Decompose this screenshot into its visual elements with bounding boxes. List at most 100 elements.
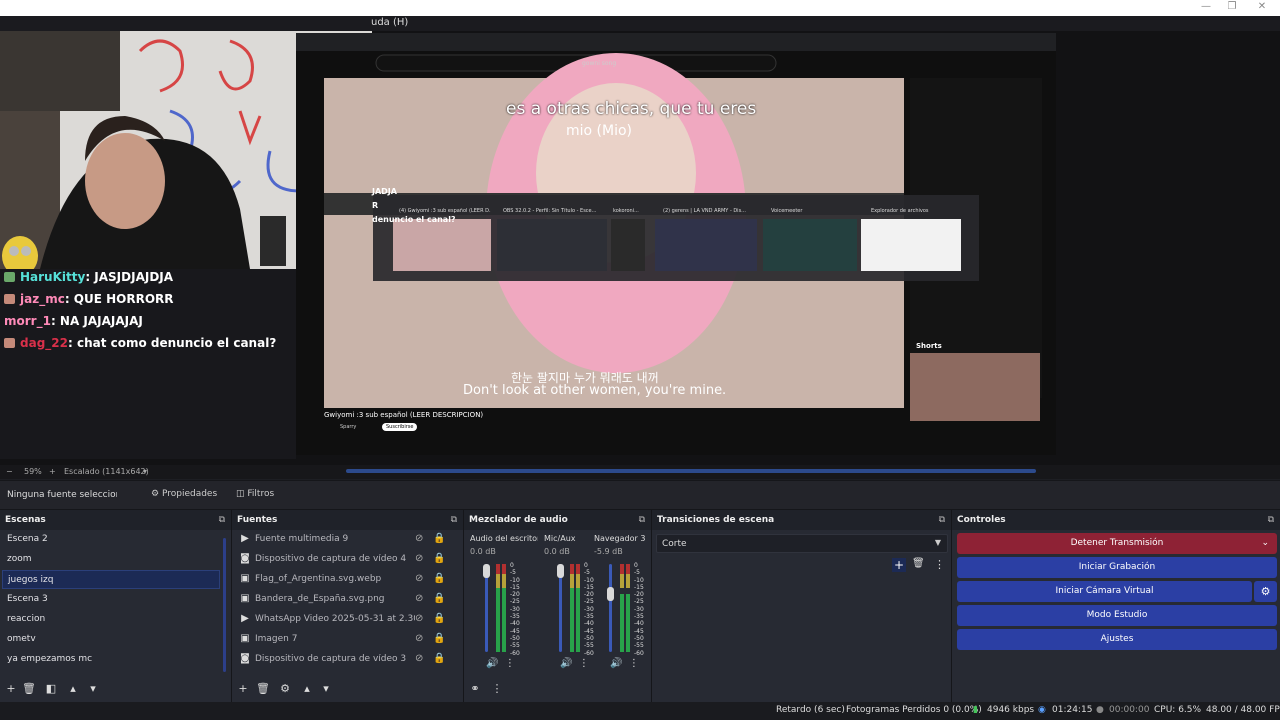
visibility-hidden-icon[interactable]: ⊘ (415, 593, 423, 604)
task-preview-title[interactable]: OBS 32.0.2 - Perfil: Sin Título - Esce..… (503, 208, 599, 216)
scene-item[interactable]: ya empezamos mc (2, 650, 218, 669)
volume-slider-track[interactable] (609, 564, 612, 652)
scale-dropdown-icon[interactable]: ▾ (143, 467, 147, 476)
lock-icon[interactable]: 🔒 (433, 633, 445, 644)
dock-menu-icon[interactable]: ⧉ (939, 515, 945, 525)
meter-scale-tick: 0 (510, 562, 514, 569)
scene-filters-icon[interactable]: ◧ (44, 682, 58, 696)
dock-menu-icon[interactable]: ⧉ (639, 515, 645, 525)
scene-item[interactable]: reaccion (2, 610, 218, 629)
scene-item[interactable]: Escena 2 (2, 530, 218, 549)
properties-button[interactable]: ⚙ Propiedades (151, 489, 217, 499)
lock-icon[interactable]: 🔒 (433, 613, 445, 624)
maximize-icon[interactable]: ❐ (1222, 1, 1242, 12)
play-icon: ▶ (241, 613, 249, 624)
task-preview-title[interactable]: Explorador de archivos (871, 208, 971, 216)
visibility-hidden-icon[interactable]: ⊘ (415, 613, 423, 624)
minimize-icon[interactable]: — (1196, 1, 1216, 12)
lock-icon[interactable]: 🔒 (433, 593, 445, 604)
channel-menu-icon[interactable]: ⋮ (505, 658, 515, 669)
stop-stream-button[interactable]: Detener Transmisión ⌄ (957, 533, 1277, 554)
task-preview-title[interactable]: (2) gerens | LA VND ARMY - Dis... (663, 208, 759, 216)
filters-button[interactable]: ◫ Filtros (236, 489, 274, 499)
youtube-search-input[interactable]: gowni song (582, 60, 616, 67)
source-item[interactable]: ▣ Flag_of_Argentina.svg.webp ⊘ 🔒 (235, 570, 455, 589)
source-item[interactable]: ▶ Fuente multimedia 9 ⊘ 🔒 (235, 530, 455, 549)
dock-header: Escenas ⧉ (0, 510, 231, 530)
speaker-icon[interactable]: 🔊 (560, 658, 572, 669)
start-recording-button[interactable]: Iniciar Grabación (957, 557, 1277, 578)
task-preview-thumb[interactable] (611, 219, 645, 271)
volume-slider-knob[interactable] (557, 564, 564, 578)
move-up-icon[interactable]: ▴ (300, 682, 314, 696)
lock-icon[interactable]: 🔒 (433, 653, 445, 664)
move-down-icon[interactable]: ▾ (86, 682, 100, 696)
task-preview-thumb[interactable] (497, 219, 607, 271)
remove-source-icon[interactable]: 🗑 (256, 682, 270, 696)
signal-icon: ▮ (973, 705, 978, 715)
visibility-hidden-icon[interactable]: ⊘ (415, 553, 423, 564)
remove-scene-icon[interactable]: 🗑 (22, 682, 36, 696)
source-item[interactable]: ◙ Dispositivo de captura de vídeo 3 ⊘ 🔒 (235, 650, 455, 669)
visibility-hidden-icon[interactable]: ⊘ (415, 653, 423, 664)
dock-menu-icon[interactable]: ⧉ (219, 515, 225, 525)
mixer-menu-icon[interactable]: ⋮ (490, 682, 504, 696)
studio-mode-button[interactable]: Modo Estudio (957, 605, 1277, 626)
scene-item[interactable]: Escena 3 (2, 590, 218, 609)
preview-scrollbar[interactable] (346, 469, 1036, 473)
source-item[interactable]: ▣ Bandera_de_España.svg.png ⊘ 🔒 (235, 590, 455, 609)
add-transition-icon[interactable]: + (892, 558, 906, 572)
source-item[interactable]: ▶ WhatsApp Video 2025-05-31 at 2.30.06 PM… (235, 610, 455, 629)
preview-canvas[interactable]: gowni song es a otras chicas, que tu ere… (0, 31, 1280, 465)
task-preview-title[interactable]: kokoroni... (613, 208, 649, 216)
subscribe-button[interactable]: Suscribirse (382, 423, 418, 431)
settings-button[interactable]: Ajustes (957, 629, 1277, 650)
volume-slider-knob[interactable] (607, 586, 614, 601)
task-preview-thumb[interactable] (655, 219, 757, 271)
source-item[interactable]: ◙ Dispositivo de captura de vídeo 4 ⊘ 🔒 (235, 550, 455, 569)
scene-item-selected[interactable]: juegos izq (2, 570, 220, 589)
channel-menu-icon[interactable]: ⋮ (579, 658, 589, 669)
link-icon[interactable]: ⚭ (468, 682, 482, 696)
task-preview-thumb[interactable] (861, 219, 961, 271)
transition-select[interactable]: Corte ▼ (656, 534, 948, 553)
transition-menu-icon[interactable]: ⋮ (934, 558, 945, 571)
channel-name[interactable]: Sparry (340, 424, 356, 430)
scene-item[interactable]: ometv (2, 630, 218, 649)
source-item[interactable]: ▣ Imagen 7 ⊘ 🔒 (235, 630, 455, 649)
visibility-hidden-icon[interactable]: ⊘ (415, 533, 423, 544)
video-title[interactable]: Gwiyomi :3 sub español (LEER DESCRIPCION… (324, 411, 483, 419)
move-up-icon[interactable]: ▴ (66, 682, 80, 696)
channel-menu-icon[interactable]: ⋮ (629, 658, 639, 669)
scene-item[interactable]: zoom (2, 550, 218, 569)
lock-icon[interactable]: 🔒 (433, 553, 445, 564)
chevron-down-icon[interactable]: ⌄ (1261, 533, 1269, 554)
task-preview-thumb[interactable] (763, 219, 857, 271)
zoom-in-button[interactable]: + (49, 467, 56, 476)
status-bar: Retardo (6 sec) Fotogramas Perdidos 0 (0… (0, 702, 1280, 720)
dock-menu-icon[interactable]: ⧉ (1268, 515, 1274, 525)
task-preview-title[interactable]: Voicemeeter (771, 208, 861, 216)
scenes-scrollbar[interactable] (223, 538, 226, 672)
remove-transition-icon[interactable]: 🗑 (912, 558, 925, 569)
menu-help[interactable]: uda (H) (371, 17, 408, 28)
transitions-dock: Transiciones de escena ⧉ Corte ▼ + 🗑 ⋮ (652, 510, 952, 702)
add-source-icon[interactable]: + (236, 682, 250, 696)
zoom-out-button[interactable]: − (6, 467, 13, 476)
dock-menu-icon[interactable]: ⧉ (451, 515, 457, 525)
speaker-icon[interactable]: 🔊 (486, 658, 498, 669)
close-icon[interactable]: ✕ (1252, 1, 1272, 12)
volume-slider-knob[interactable] (483, 564, 490, 578)
meter-scale-tick: -5 (584, 569, 590, 577)
visibility-hidden-icon[interactable]: ⊘ (415, 573, 423, 584)
visibility-hidden-icon[interactable]: ⊘ (415, 633, 423, 644)
add-scene-icon[interactable]: + (4, 682, 18, 696)
move-down-icon[interactable]: ▾ (319, 682, 333, 696)
virtual-camera-settings-icon[interactable]: ⚙ (1254, 581, 1277, 602)
start-virtual-camera-button[interactable]: Iniciar Cámara Virtual (957, 581, 1252, 602)
source-properties-icon[interactable]: ⚙ (278, 682, 292, 696)
speaker-icon[interactable]: 🔊 (610, 658, 622, 669)
chat-message: jaz_mc: QUE HORRORR (4, 292, 174, 308)
lock-icon[interactable]: 🔒 (433, 573, 445, 584)
lock-icon[interactable]: 🔒 (433, 533, 445, 544)
